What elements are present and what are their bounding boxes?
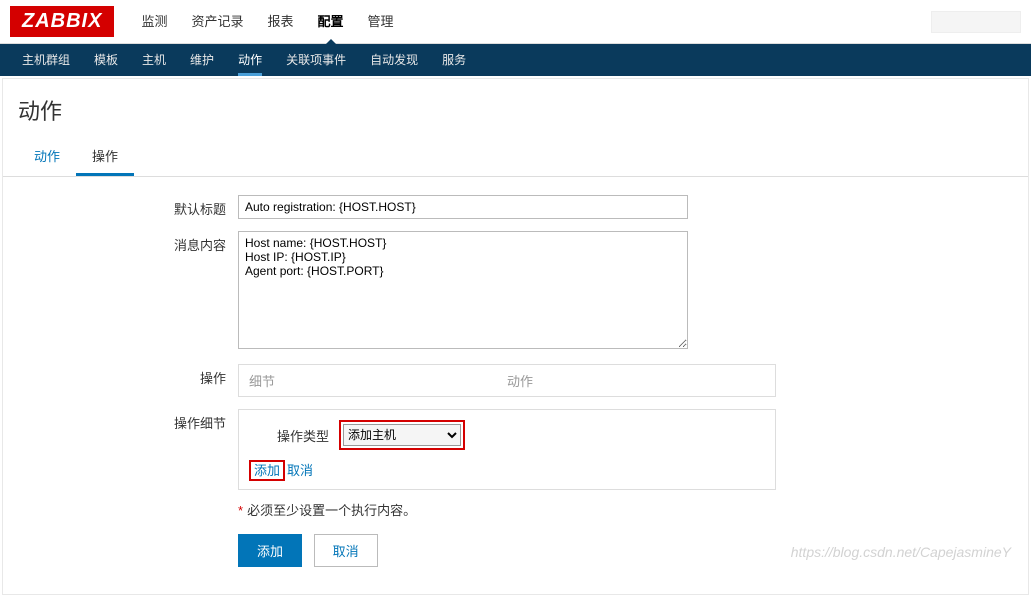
search-box[interactable] — [931, 11, 1021, 33]
detail-links: 添加取消 — [249, 460, 765, 479]
col-detail: 细节 — [249, 371, 507, 390]
operations-header: 细节 动作 — [239, 365, 775, 396]
top-nav-configuration[interactable]: 配置 — [306, 0, 356, 44]
top-nav: 监测 资产记录 报表 配置 管理 — [129, 0, 405, 44]
top-nav-monitoring[interactable]: 监测 — [129, 0, 179, 44]
logo[interactable]: ZABBIX — [10, 6, 114, 37]
input-default-title[interactable] — [238, 195, 688, 219]
row-operation-detail: 操作细节 操作类型 添加主机 添加取消 — [168, 409, 1013, 567]
add-button[interactable]: 添加 — [238, 534, 302, 567]
form: 默认标题 消息内容 Host name: {HOST.HOST} Host IP… — [168, 195, 1013, 567]
row-operations: 操作 细节 动作 — [168, 364, 1013, 397]
required-star-icon: * — [238, 503, 243, 518]
subnav-maintenance[interactable]: 维护 — [178, 44, 226, 76]
detail-row-type: 操作类型 添加主机 — [249, 420, 765, 450]
row-default-title: 默认标题 — [168, 195, 1013, 219]
sub-nav: 主机群组 模板 主机 维护 动作 关联项事件 自动发现 服务 — [0, 44, 1031, 76]
required-note: * 必须至少设置一个执行内容。 — [238, 500, 776, 519]
operation-detail-panel: 操作类型 添加主机 添加取消 — [238, 409, 776, 490]
row-message-content: 消息内容 Host name: {HOST.HOST} Host IP: {HO… — [168, 231, 1013, 352]
required-text: 必须至少设置一个执行内容。 — [247, 503, 416, 518]
page-title: 动作 — [18, 94, 1013, 126]
link-add-operation[interactable]: 添加 — [249, 460, 285, 481]
textarea-message-content[interactable]: Host name: {HOST.HOST} Host IP: {HOST.IP… — [238, 231, 688, 349]
subnav-actions[interactable]: 动作 — [226, 44, 274, 76]
button-row: 添加 取消 — [238, 534, 776, 567]
subnav-templates[interactable]: 模板 — [82, 44, 130, 76]
select-highlight: 添加主机 — [339, 420, 465, 450]
top-nav-reports[interactable]: 报表 — [255, 0, 305, 44]
top-nav-administration[interactable]: 管理 — [356, 0, 406, 44]
link-cancel-operation[interactable]: 取消 — [287, 463, 313, 478]
top-bar: ZABBIX 监测 资产记录 报表 配置 管理 — [0, 0, 1031, 44]
subnav-services[interactable]: 服务 — [430, 44, 478, 76]
tab-action[interactable]: 动作 — [18, 138, 76, 176]
page-content: 动作 动作 操作 默认标题 消息内容 Host name: {HOST.HOST… — [2, 78, 1029, 595]
subnav-discovery[interactable]: 自动发现 — [358, 44, 430, 76]
top-nav-inventory[interactable]: 资产记录 — [179, 0, 255, 44]
subnav-correlation[interactable]: 关联项事件 — [274, 44, 358, 76]
col-action: 动作 — [507, 371, 765, 390]
label-default-title: 默认标题 — [168, 195, 238, 218]
label-message-content: 消息内容 — [168, 231, 238, 254]
label-operations: 操作 — [168, 364, 238, 387]
cancel-button[interactable]: 取消 — [314, 534, 378, 567]
subnav-hostgroups[interactable]: 主机群组 — [10, 44, 82, 76]
label-operation-type: 操作类型 — [249, 426, 339, 445]
select-operation-type[interactable]: 添加主机 — [343, 424, 461, 446]
tabs: 动作 操作 — [3, 138, 1028, 177]
subnav-hosts[interactable]: 主机 — [130, 44, 178, 76]
tab-operations[interactable]: 操作 — [76, 138, 134, 176]
label-operation-detail: 操作细节 — [168, 409, 238, 432]
operations-table: 细节 动作 — [238, 364, 776, 397]
